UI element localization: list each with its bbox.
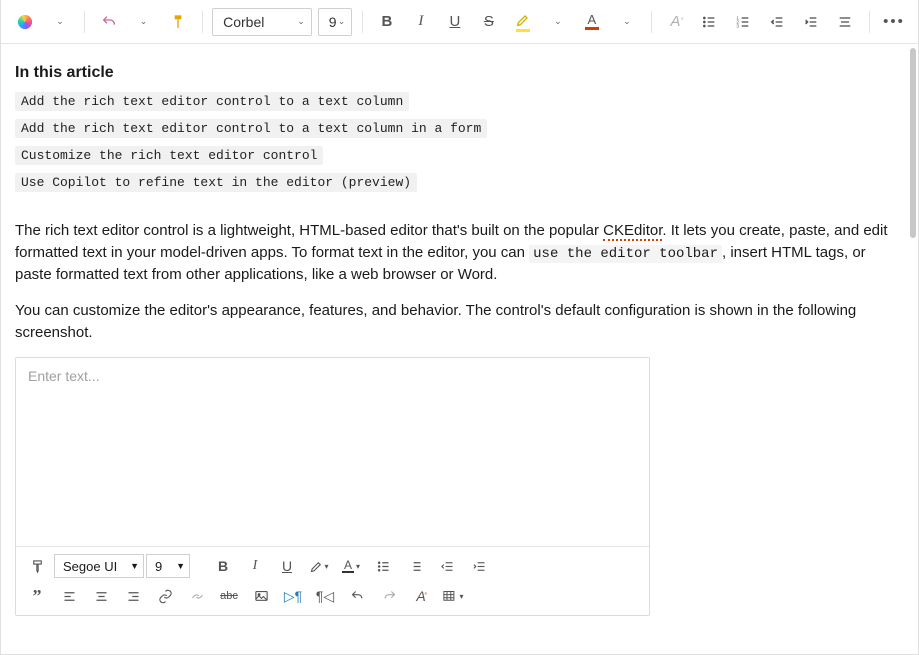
toc-list: Add the rich text editor control to a te… — [15, 92, 902, 192]
placeholder-text: Enter text... — [28, 368, 100, 384]
redo-button[interactable] — [374, 583, 404, 609]
format-painter-button[interactable] — [22, 553, 52, 579]
chevron-down-icon: ⌄ — [297, 16, 305, 27]
inner-editor: Enter text... Segoe UI ▼ 9 ▼ — [15, 357, 650, 616]
highlight-button[interactable] — [509, 8, 537, 36]
numbered-list-button[interactable]: 123 — [729, 8, 757, 36]
numbered-list-button[interactable] — [400, 553, 430, 579]
align-right-button[interactable] — [118, 583, 148, 609]
separator — [202, 11, 203, 33]
font-color-button[interactable]: A — [578, 8, 606, 36]
font-size-select[interactable]: 9 ⌄ — [318, 8, 353, 36]
insert-table-button[interactable]: ▾ — [438, 583, 468, 609]
ltr-button[interactable]: ▷¶ — [278, 583, 308, 609]
align-button[interactable] — [831, 8, 859, 36]
bulleted-list-button[interactable] — [368, 553, 398, 579]
paragraph-2: You can customize the editor's appearanc… — [15, 300, 902, 344]
chevron-down-icon: ⌄ — [338, 16, 346, 27]
inner-font-name-value: Segoe UI — [63, 559, 117, 574]
inner-font-size-value: 9 — [155, 559, 162, 574]
underline-button[interactable]: U — [441, 8, 469, 36]
copilot-dropdown[interactable]: ⌄ — [46, 8, 74, 36]
separator — [84, 11, 85, 33]
bulleted-list-button[interactable] — [695, 8, 723, 36]
copilot-button[interactable] — [11, 8, 39, 36]
decrease-indent-button[interactable] — [432, 553, 462, 579]
more-button[interactable]: ••• — [880, 8, 908, 36]
toc-item[interactable]: Use Copilot to refine text in the editor… — [15, 173, 417, 192]
bold-button[interactable]: B — [373, 8, 401, 36]
inner-toolbar: Segoe UI ▼ 9 ▼ B I U ▾ A▾ — [16, 546, 649, 615]
font-name-value: Corbel — [223, 14, 264, 30]
underline-button[interactable]: U — [272, 553, 302, 579]
spellcheck-squiggle[interactable]: CKEditor — [603, 222, 662, 241]
link-button[interactable] — [150, 583, 180, 609]
increase-indent-button[interactable] — [464, 553, 494, 579]
insert-image-button[interactable] — [246, 583, 276, 609]
italic-button[interactable]: I — [407, 8, 435, 36]
separator — [651, 11, 652, 33]
toc-item[interactable]: Add the rich text editor control to a te… — [15, 92, 409, 111]
highlight-button[interactable]: ▾ — [304, 553, 334, 579]
highlight-dropdown[interactable]: ⌄ — [544, 8, 572, 36]
paragraph-1: The rich text editor control is a lightw… — [15, 220, 902, 286]
unlink-button[interactable] — [182, 583, 212, 609]
rtl-button[interactable]: ¶◁ — [310, 583, 340, 609]
align-left-button[interactable] — [54, 583, 84, 609]
inner-font-size-select[interactable]: 9 ▼ — [146, 554, 190, 578]
increase-indent-button[interactable] — [797, 8, 825, 36]
undo-button[interactable] — [342, 583, 372, 609]
inner-editor-body[interactable]: Enter text... — [16, 358, 649, 546]
separator — [869, 11, 870, 33]
undo-button[interactable] — [95, 8, 123, 36]
caret-down-icon: ▼ — [130, 561, 139, 571]
font-color-button[interactable]: A▾ — [336, 553, 366, 579]
text: The rich text editor control is a lightw… — [15, 222, 603, 239]
decrease-indent-button[interactable] — [763, 8, 791, 36]
format-painter-button[interactable] — [164, 8, 192, 36]
inline-code: use the editor toolbar — [529, 245, 722, 263]
document-body[interactable]: In this article Add the rich text editor… — [1, 44, 918, 632]
italic-button[interactable]: I — [240, 553, 270, 579]
blockquote-button[interactable]: ” — [22, 583, 52, 609]
article-heading: In this article — [15, 64, 902, 82]
font-size-value: 9 — [329, 14, 337, 30]
align-center-button[interactable] — [86, 583, 116, 609]
undo-dropdown[interactable]: ⌄ — [130, 8, 158, 36]
toc-item[interactable]: Customize the rich text editor control — [15, 146, 323, 165]
clear-formatting-button[interactable]: Aⷡ — [406, 583, 436, 609]
editor-window: ⌄ ⌄ Corbel ⌄ 9 ⌄ B I U S ⌄ A ⌄ Aⷡ — [0, 0, 919, 655]
svg-text:3: 3 — [737, 23, 740, 28]
clear-formatting-button[interactable]: Aⷡ — [661, 8, 689, 36]
vertical-scrollbar[interactable] — [910, 48, 916, 238]
main-toolbar: ⌄ ⌄ Corbel ⌄ 9 ⌄ B I U S ⌄ A ⌄ Aⷡ — [1, 0, 918, 44]
strikethrough-button[interactable]: S — [475, 8, 503, 36]
inner-font-name-select[interactable]: Segoe UI ▼ — [54, 554, 144, 578]
toc-item[interactable]: Add the rich text editor control to a te… — [15, 119, 487, 138]
strikethrough-button[interactable]: abc — [214, 583, 244, 609]
font-name-select[interactable]: Corbel ⌄ — [212, 8, 312, 36]
separator — [362, 11, 363, 33]
font-color-dropdown[interactable]: ⌄ — [613, 8, 641, 36]
caret-down-icon: ▼ — [176, 561, 185, 571]
bold-button[interactable]: B — [208, 553, 238, 579]
